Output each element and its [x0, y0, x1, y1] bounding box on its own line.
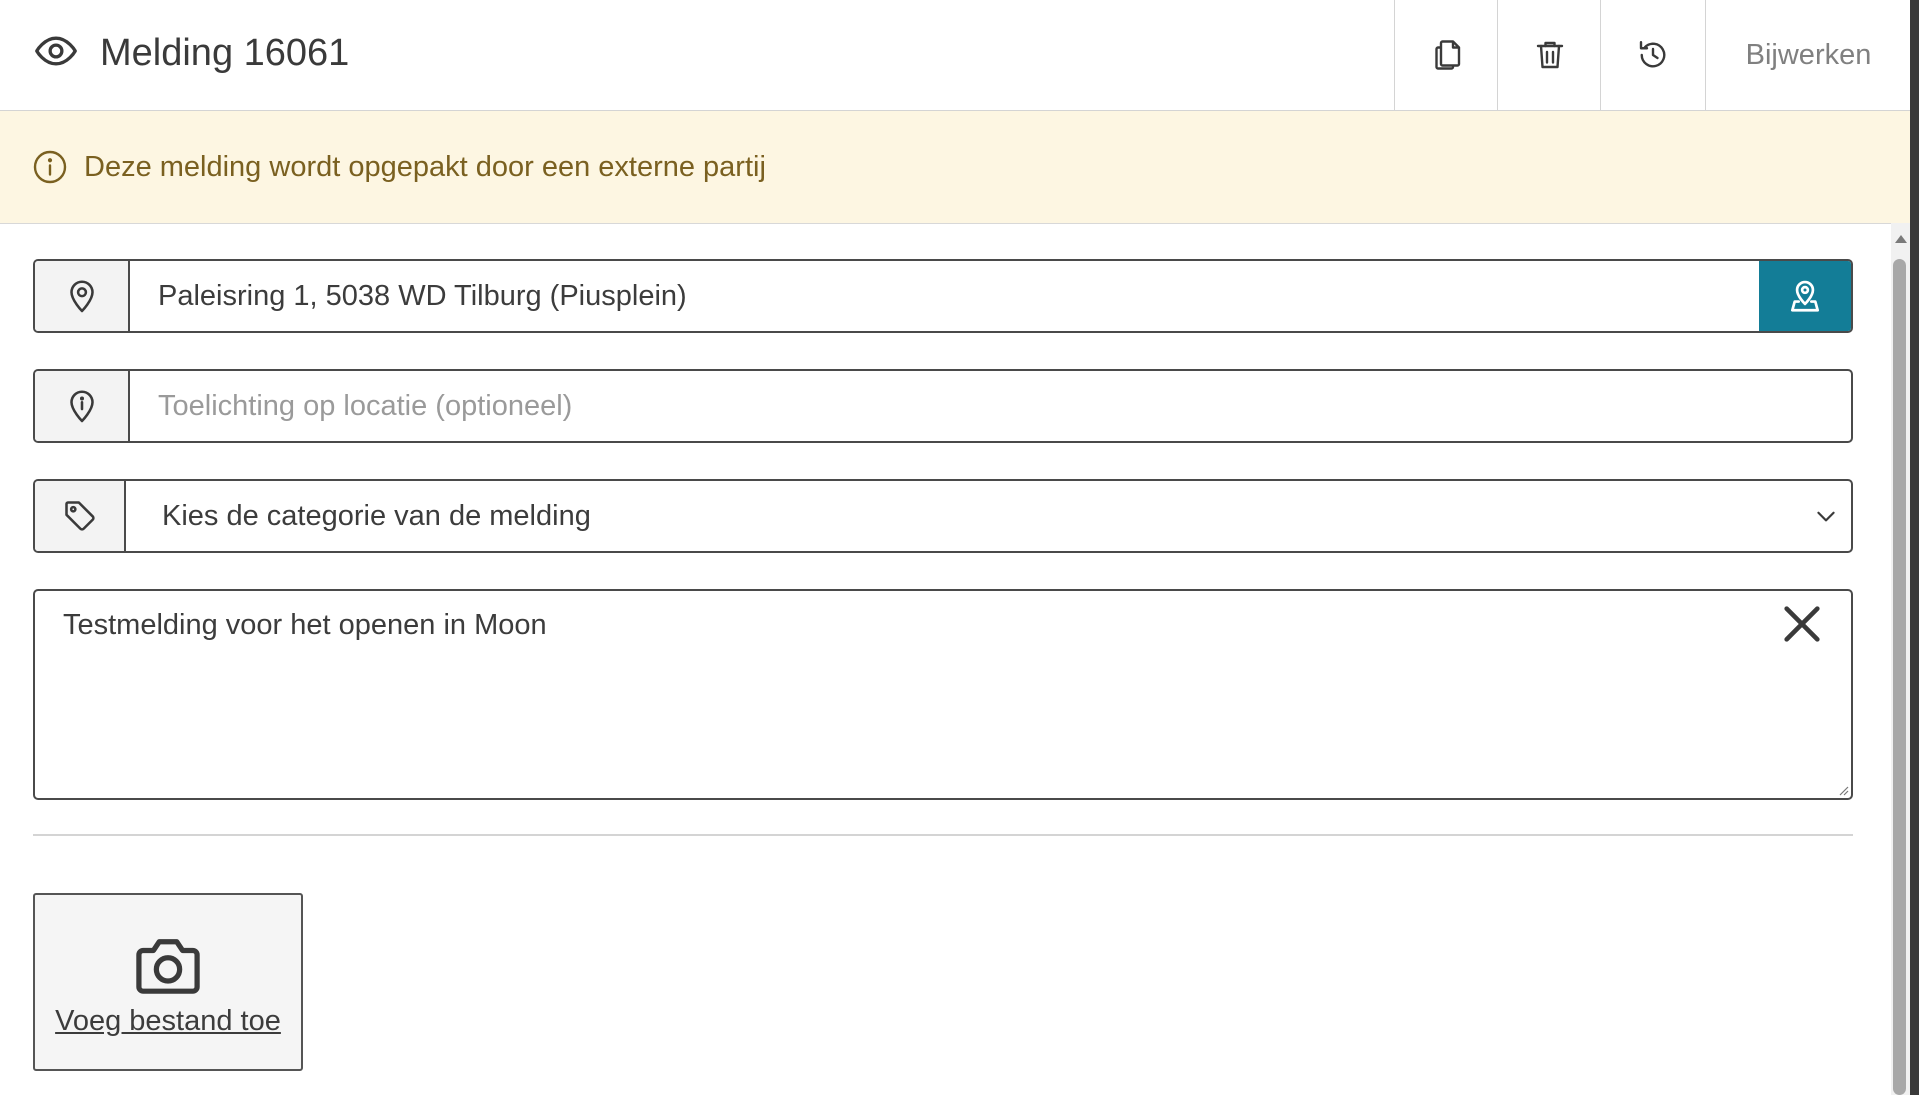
location-info-icon: [69, 390, 94, 423]
trash-icon: [1536, 41, 1563, 69]
description-text: Testmelding voor het openen in Moon: [63, 609, 547, 641]
tag-icon: [64, 501, 95, 531]
location-note-addon: [35, 371, 130, 441]
copy-button[interactable]: [1394, 0, 1498, 110]
info-icon: [33, 150, 67, 184]
category-row: Kies de categorie van de melding: [33, 479, 1853, 553]
scrollbar-thumb[interactable]: [1893, 259, 1906, 1095]
close-icon[interactable]: [1779, 601, 1825, 647]
window-edge: [1910, 0, 1919, 1095]
history-icon: [1639, 41, 1665, 68]
info-banner: Deze melding wordt opgepakt door een ext…: [0, 111, 1910, 224]
description-textarea[interactable]: Testmelding voor het openen in Moon: [33, 589, 1853, 800]
divider: [33, 834, 1853, 836]
scrollbar[interactable]: [1891, 223, 1910, 1095]
banner-text: Deze melding wordt opgepakt door een ext…: [84, 150, 766, 183]
title-wrap: Melding 16061: [34, 0, 349, 106]
pick-on-map-button[interactable]: [1759, 261, 1851, 331]
page-title: Melding 16061: [100, 31, 350, 74]
map-user-pin-icon: [1790, 280, 1820, 312]
map-pin-icon: [69, 280, 94, 313]
history-button[interactable]: [1600, 0, 1704, 110]
scroll-up-arrow-icon[interactable]: [1895, 235, 1907, 243]
address-row: Paleisring 1, 5038 WD Tilburg (Piusplein…: [33, 259, 1853, 333]
add-file-label: Voeg bestand toe: [55, 1005, 281, 1037]
address-addon: [35, 261, 130, 331]
camera-icon: [136, 939, 200, 994]
address-input[interactable]: Paleisring 1, 5038 WD Tilburg (Piusplein…: [130, 261, 1759, 331]
header: Melding 16061 Bijwerken: [0, 0, 1910, 111]
location-note-row: Toelichting op locatie (optioneel): [33, 369, 1853, 443]
update-button[interactable]: Bijwerken: [1705, 0, 1911, 110]
resize-grip-icon[interactable]: [1835, 782, 1849, 796]
eye-icon: [34, 29, 78, 78]
chevron-down-icon: [1817, 511, 1835, 522]
category-select[interactable]: Kies de categorie van de melding: [126, 481, 1813, 551]
delete-button[interactable]: [1497, 0, 1601, 110]
copy-icon: [1434, 40, 1460, 70]
category-addon: [35, 481, 126, 551]
add-file-button[interactable]: Voeg bestand toe: [33, 893, 303, 1071]
location-note-input[interactable]: Toelichting op locatie (optioneel): [130, 371, 1851, 441]
